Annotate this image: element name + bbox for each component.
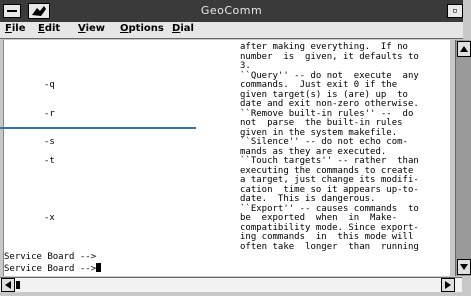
arrow-up-icon bbox=[460, 46, 468, 52]
arrow-right-icon bbox=[445, 281, 451, 289]
menu-dial[interactable]: Dial bbox=[172, 23, 194, 34]
vertical-scrollbar[interactable] bbox=[455, 40, 471, 276]
menu-view[interactable]: View bbox=[78, 23, 105, 34]
menu-file[interactable]: File bbox=[5, 23, 25, 34]
option-description: often take longer than running bbox=[240, 241, 419, 252]
menu-bar: File Edit View Options Dial bbox=[0, 22, 463, 39]
scroll-right-button[interactable] bbox=[441, 278, 455, 292]
scroll-down-button[interactable] bbox=[457, 259, 471, 275]
scroll-left-button[interactable] bbox=[1, 278, 15, 292]
arrow-down-icon bbox=[460, 264, 468, 270]
menu-edit[interactable]: Edit bbox=[38, 23, 60, 34]
maximize-button[interactable]: ▫ bbox=[447, 4, 463, 18]
window-title: GeoComm bbox=[200, 4, 263, 17]
title-bar: GeoComm ▫ bbox=[0, 0, 463, 23]
prompt-line: Service Board --> bbox=[4, 252, 97, 262]
highlight-line bbox=[0, 127, 196, 129]
scroll-thumb[interactable] bbox=[16, 281, 20, 289]
terminal-line: often take longer than running bbox=[4, 242, 450, 253]
horizontal-scrollbar[interactable] bbox=[0, 277, 462, 292]
terminal-output[interactable]: after making everything. If no number is … bbox=[3, 40, 450, 276]
scroll-up-button[interactable] bbox=[457, 41, 471, 57]
menu-options[interactable]: Options bbox=[120, 23, 164, 34]
text-cursor bbox=[96, 263, 102, 272]
prompt-line-active[interactable]: Service Board --> bbox=[4, 263, 102, 275]
arrow-left-icon bbox=[5, 281, 11, 289]
